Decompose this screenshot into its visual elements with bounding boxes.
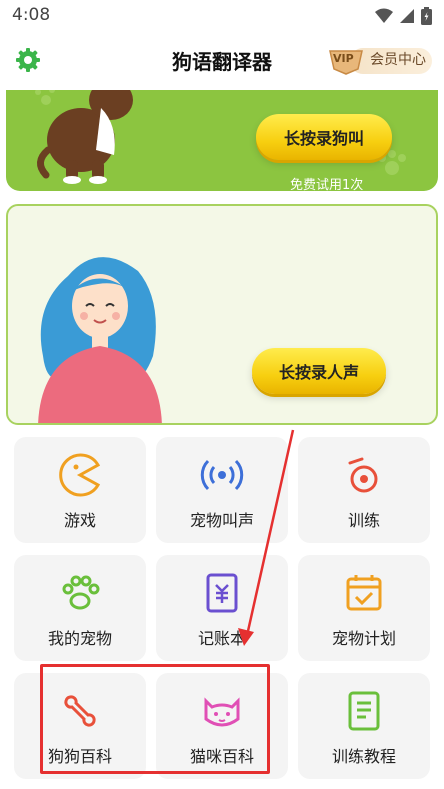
status-bar: 4:08 xyxy=(0,0,444,32)
record-human-button[interactable]: 长按录人声 xyxy=(252,348,386,394)
tile-pet-plan[interactable]: 宠物计划 xyxy=(298,555,430,661)
bone-icon xyxy=(64,695,96,727)
tile-label: 猫咪百科 xyxy=(189,747,254,766)
tile-training[interactable]: 训练 xyxy=(298,437,430,543)
tile-ledger[interactable]: 记账本 xyxy=(156,555,288,661)
vip-label: 会员中心 xyxy=(370,52,426,68)
battery-icon xyxy=(421,7,432,25)
sound-wave-icon xyxy=(200,459,244,491)
tile-pet-sounds[interactable]: 宠物叫声 xyxy=(156,437,288,543)
signal-icon xyxy=(400,9,414,23)
woman-illustration xyxy=(38,257,162,423)
status-icons xyxy=(375,7,432,25)
trial-text: 免费试用1次 xyxy=(290,178,364,191)
tile-my-pet[interactable]: 我的宠物 xyxy=(14,555,146,661)
whistle-icon xyxy=(348,457,378,493)
tile-label: 训练 xyxy=(347,511,380,530)
tile-game[interactable]: 游戏 xyxy=(14,437,146,543)
tile-label: 宠物计划 xyxy=(331,629,396,648)
record-dog-button[interactable]: 长按录狗叫 xyxy=(256,114,392,160)
tile-label: 我的宠物 xyxy=(47,629,112,648)
paw-icon xyxy=(62,575,100,610)
tile-label: 宠物叫声 xyxy=(189,511,254,530)
app-header: 狗语翻译器 VIP 会员中心 xyxy=(0,40,444,80)
tile-dog-encyclopedia[interactable]: 狗狗百科 xyxy=(14,673,146,779)
vip-center-button[interactable]: VIP 会员中心 xyxy=(328,43,432,77)
status-time: 4:08 xyxy=(12,5,51,25)
pacman-icon xyxy=(59,453,101,497)
tile-cat-encyclopedia[interactable]: 猫咪百科 xyxy=(156,673,288,779)
cat-face-icon xyxy=(204,697,240,727)
vip-badge-text: VIP xyxy=(333,52,354,65)
dog-illustration xyxy=(35,90,133,184)
tile-label: 训练教程 xyxy=(331,747,396,766)
tile-label: 记账本 xyxy=(197,629,246,648)
wifi-icon xyxy=(375,8,393,23)
tile-training-tutorial[interactable]: 训练教程 xyxy=(298,673,430,779)
human-record-card: 长按录人声 xyxy=(6,204,438,425)
tile-label: 狗狗百科 xyxy=(47,747,112,766)
tile-label: 游戏 xyxy=(63,511,96,530)
book-icon xyxy=(348,691,380,731)
dog-record-card: 长按录狗叫 免费试用1次 xyxy=(6,90,438,191)
ledger-icon xyxy=(206,573,238,613)
calendar-check-icon xyxy=(346,575,382,611)
